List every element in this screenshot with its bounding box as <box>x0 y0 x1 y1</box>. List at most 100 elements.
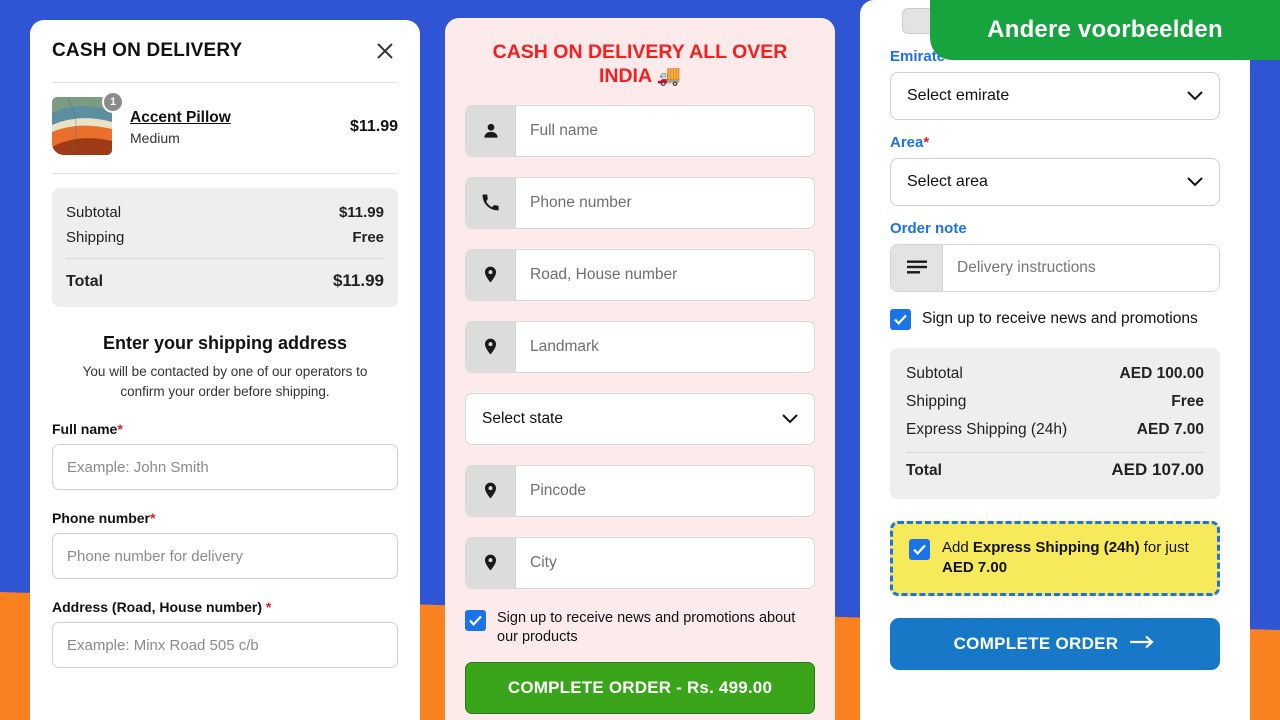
label-text: Area <box>890 134 924 151</box>
phone-number-input[interactable] <box>52 533 398 580</box>
total-label: Total <box>906 462 942 479</box>
screenshot-stage: CASH ON DELIVERY 1 Accent Pillow Medium … <box>0 0 1280 720</box>
newsletter-checkbox-row[interactable]: Sign up to receive news and promotions <box>890 308 1220 330</box>
newsletter-checkbox-row[interactable]: Sign up to receive news and promotions a… <box>465 609 815 647</box>
road-house-number-field <box>465 248 815 301</box>
city-input[interactable] <box>516 537 814 588</box>
phone-number-input[interactable] <box>516 177 814 228</box>
summary-label: Subtotal <box>66 204 122 221</box>
product-variant: Medium <box>130 129 180 146</box>
chevron-down-icon-svg <box>782 414 798 424</box>
notes-icon-svg <box>906 260 927 274</box>
upsell-price: AED 7.00 <box>942 559 1008 577</box>
location-pin-icon <box>466 321 516 372</box>
state-select[interactable]: Select state <box>465 392 815 445</box>
quantity-badge: 1 <box>102 91 124 113</box>
complete-order-button[interactable]: COMPLETE ORDER - Rs. 499.00 <box>465 662 815 715</box>
arrow-right-icon <box>1130 634 1156 654</box>
summary-value: Free <box>352 229 384 246</box>
chevron-down-icon <box>782 414 798 424</box>
summary-row: Subtotal $11.99 <box>66 200 384 225</box>
emirate-select[interactable]: Select emirate <box>890 72 1220 120</box>
panel-uae-checkout: Emirate Select emirate Area* Select area… <box>860 0 1250 720</box>
divider <box>906 452 1204 453</box>
total-label: Total <box>66 273 104 290</box>
close-icon[interactable] <box>372 38 398 64</box>
summary-label: Subtotal <box>906 365 963 382</box>
close-icon-svg <box>377 43 393 59</box>
required-marker: * <box>923 134 930 151</box>
product-price: $11.99 <box>349 118 398 135</box>
page-title: CASH ON DELIVERY <box>52 40 243 61</box>
label-text: Phone number <box>52 510 151 527</box>
check-icon <box>469 615 482 626</box>
summary-label: Express Shipping (24h) <box>906 421 1068 438</box>
panel1-header: CASH ON DELIVERY <box>52 20 398 82</box>
express-shipping-upsell[interactable]: Add Express Shipping (24h) for just AED … <box>890 521 1220 596</box>
phone-number-field <box>465 176 815 229</box>
summary-row: Subtotal AED 100.00 <box>906 360 1204 388</box>
landmark-field <box>465 320 815 373</box>
label-text: Address (Road, House number) <box>52 599 263 616</box>
complete-order-label: COMPLETE ORDER <box>953 633 1119 653</box>
chevron-down-icon <box>1187 177 1203 187</box>
newsletter-checkbox[interactable] <box>465 609 486 631</box>
order-note-field <box>890 244 1220 292</box>
summary-value: $11.99 <box>338 204 384 221</box>
address-input[interactable] <box>52 622 398 669</box>
order-note-label: Order note <box>890 220 967 237</box>
area-label: Area* <box>890 134 1234 151</box>
summary-total-row: Total AED 107.00 <box>906 455 1204 485</box>
newsletter-checkbox[interactable] <box>890 309 911 330</box>
person-icon-svg <box>483 123 498 138</box>
shipping-address-subtext: You will be contacted by one of our oper… <box>82 364 368 399</box>
summary-row: Shipping Free <box>66 225 384 250</box>
total-value: AED 107.00 <box>1111 460 1204 479</box>
chevron-down-icon <box>1187 91 1203 101</box>
check-icon <box>894 314 907 325</box>
summary-value: AED 100.00 <box>1119 365 1204 382</box>
order-summary-box: Subtotal AED 100.00 Shipping Free Expres… <box>890 348 1220 499</box>
phone-icon <box>466 177 516 228</box>
summary-row: Express Shipping (24h) AED 7.00 <box>906 416 1204 444</box>
summary-label: Shipping <box>66 229 125 246</box>
location-pin-icon <box>466 249 516 300</box>
full-name-input[interactable] <box>52 444 398 491</box>
check-icon <box>913 544 926 555</box>
city-field <box>465 536 815 589</box>
andere-voorbeelden-banner: Andere voorbeelden <box>930 0 1280 60</box>
landmark-input[interactable] <box>516 321 814 372</box>
upsell-service: Express Shipping (24h) <box>972 539 1140 556</box>
phone-icon-svg <box>482 194 499 211</box>
complete-order-button[interactable]: COMPLETE ORDER <box>890 617 1220 670</box>
area-select[interactable]: Select area <box>890 158 1220 206</box>
total-value: $11.99 <box>332 271 384 290</box>
location-pin-icon <box>466 465 516 516</box>
location-pin-icon-svg <box>484 482 497 499</box>
location-pin-icon-svg <box>484 554 497 571</box>
express-shipping-checkbox[interactable] <box>909 539 930 560</box>
required-marker: * <box>150 510 156 527</box>
summary-label: Shipping <box>906 393 967 410</box>
shipping-address-heading: Enter your shipping address <box>102 333 348 353</box>
road-house-number-input[interactable] <box>516 249 814 300</box>
product-name-link[interactable]: Accent Pillow <box>130 109 336 127</box>
pincode-input[interactable] <box>516 465 814 516</box>
upsell-middle: for just <box>1139 539 1189 556</box>
divider <box>66 258 384 259</box>
newsletter-label: Sign up to receive news and promotions a… <box>497 609 796 645</box>
location-pin-icon-svg <box>484 338 497 355</box>
order-note-input[interactable] <box>943 245 1219 291</box>
pincode-field <box>465 464 815 517</box>
chevron-down-icon-svg <box>1187 91 1203 101</box>
full-name-input[interactable] <box>516 105 814 156</box>
arrow-right-icon-svg <box>1130 635 1155 648</box>
order-summary-box: Subtotal $11.99 Shipping Free Total $11.… <box>52 188 398 307</box>
required-marker: * <box>265 599 272 616</box>
product-thumbnail-wrap: 1 <box>52 91 124 157</box>
product-info: Accent Pillow Medium <box>130 109 336 146</box>
divider <box>52 173 398 174</box>
panel-cash-on-delivery-checkout: CASH ON DELIVERY 1 Accent Pillow Medium … <box>30 20 420 720</box>
location-pin-icon-svg <box>484 266 497 283</box>
area-select-value: Select area <box>907 173 988 190</box>
